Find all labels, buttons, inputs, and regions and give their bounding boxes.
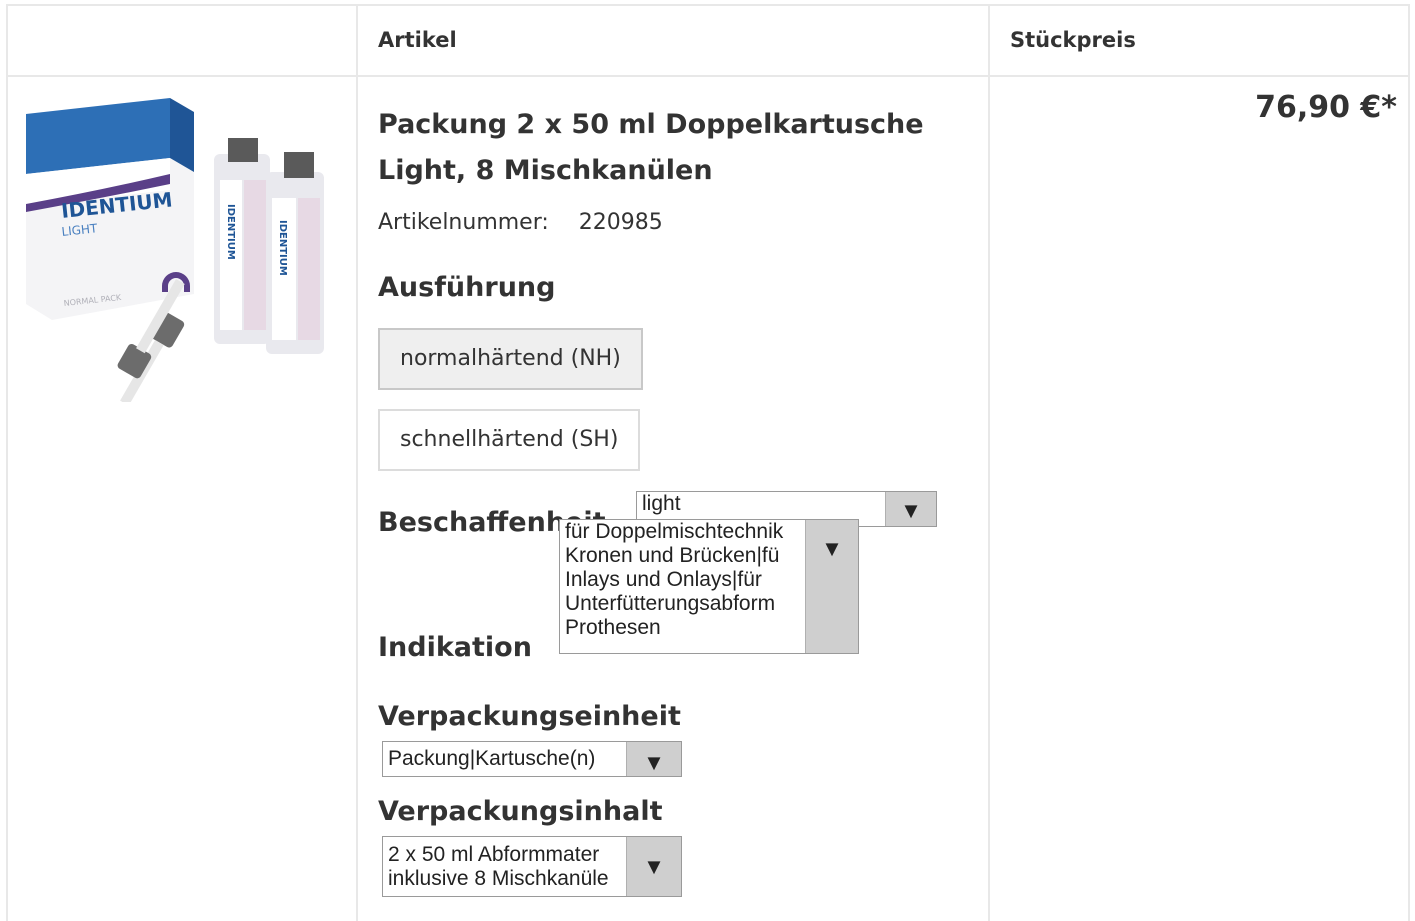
chevron-down-icon[interactable]: ▼ <box>626 837 681 896</box>
option-normalhaertend[interactable]: normalhärtend (NH) <box>378 328 643 390</box>
column-divider <box>356 4 358 921</box>
column-divider <box>988 4 990 921</box>
header-divider <box>6 75 1410 77</box>
chevron-down-icon[interactable]: ▼ <box>626 742 681 776</box>
section-verpackungseinheit: Verpackungseinheit <box>378 701 681 732</box>
article-number-label: Artikelnummer: <box>378 210 549 235</box>
svg-text:IDENTIUM: IDENTIUM <box>277 220 288 276</box>
verpackungseinheit-select[interactable]: Packung|Kartusche(n) ▼ <box>382 741 682 777</box>
chevron-down-icon[interactable]: ▼ <box>805 520 858 653</box>
header-stueckpreis: Stückpreis <box>1010 28 1136 52</box>
svg-text:IDENTIUM: IDENTIUM <box>225 204 236 260</box>
verpackungsinhalt-select[interactable]: 2 x 50 ml Abformmater inklusive 8 Mischk… <box>382 836 682 897</box>
article-number-value: 220985 <box>578 210 663 235</box>
indikation-select[interactable]: für Doppelmischtechnik Kronen und Brücke… <box>559 519 859 654</box>
header-artikel: Artikel <box>378 28 457 52</box>
option-schnellhaertend[interactable]: schnellhärtend (SH) <box>378 409 641 471</box>
unit-price: 76,90 €* <box>1255 90 1397 125</box>
product-title[interactable]: Packung 2 x 50 ml Doppelkartusche Light,… <box>378 102 978 194</box>
section-ausfuehrung: Ausführung <box>378 272 556 303</box>
chevron-down-icon[interactable]: ▼ <box>885 492 936 526</box>
product-image[interactable]: IDENTIUM LIGHT NORMAL PACK IDENTIUM IDEN… <box>22 94 338 402</box>
section-indikation: Indikation <box>378 632 532 663</box>
section-verpackungsinhalt: Verpackungsinhalt <box>378 796 663 827</box>
article-number-row: Artikelnummer: 220985 <box>378 210 663 235</box>
